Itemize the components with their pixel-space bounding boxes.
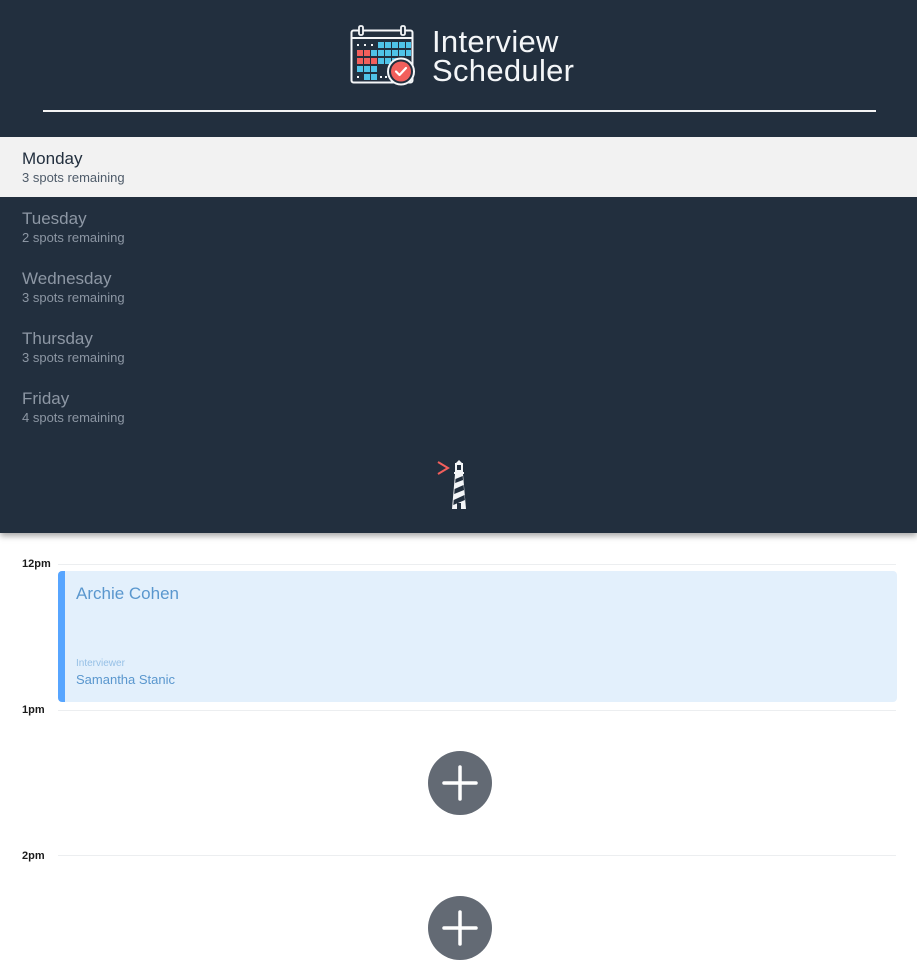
day-list: Monday 3 spots remaining Tuesday 2 spots… [0,137,917,437]
day-spots: 4 spots remaining [22,410,125,425]
day-name: Tuesday [22,209,87,228]
plus-icon [442,910,478,946]
app-title-line2: Scheduler [432,53,575,88]
day-spots: 3 spots remaining [22,290,125,305]
day-name: Thursday [22,329,93,348]
hour-label: 12pm [22,558,51,570]
day-item-monday[interactable]: Monday 3 spots remaining [0,137,917,197]
plus-icon [442,765,478,801]
day-item-thursday[interactable]: Thursday 3 spots remaining [0,317,917,377]
add-appointment-button[interactable] [428,896,492,960]
calendar-check-icon [350,25,415,86]
day-item-tuesday[interactable]: Tuesday 2 spots remaining [0,197,917,257]
brand: Interview Scheduler [350,25,574,87]
day-item-wednesday[interactable]: Wednesday 3 spots remaining [0,257,917,317]
add-appointment-button[interactable] [428,751,492,815]
lighthouse-icon [437,460,466,509]
appointment-card[interactable]: Archie Cohen Interviewer Samantha Stanic [58,571,897,702]
sidebar: Interview Scheduler Monday 3 spots remai… [0,0,917,533]
day-name: Wednesday [22,269,112,288]
app-title: Interview Scheduler [432,24,575,88]
hour-divider [58,710,896,711]
day-item-friday[interactable]: Friday 4 spots remaining [0,377,917,437]
hour-label: 2pm [22,850,45,862]
hour-divider [58,855,896,856]
header-divider [43,110,876,112]
day-spots: 3 spots remaining [22,170,125,185]
interviewer-label: Interviewer [76,658,125,669]
day-name: Monday [22,149,83,168]
interviewer-name: Samantha Stanic [76,672,176,687]
hour-divider [58,564,896,565]
app-title-line1: Interview [432,24,559,59]
student-name: Archie Cohen [76,584,180,603]
day-name: Friday [22,389,70,408]
day-spots: 2 spots remaining [22,230,125,245]
hour-label: 1pm [22,704,45,716]
day-spots: 3 spots remaining [22,350,125,365]
